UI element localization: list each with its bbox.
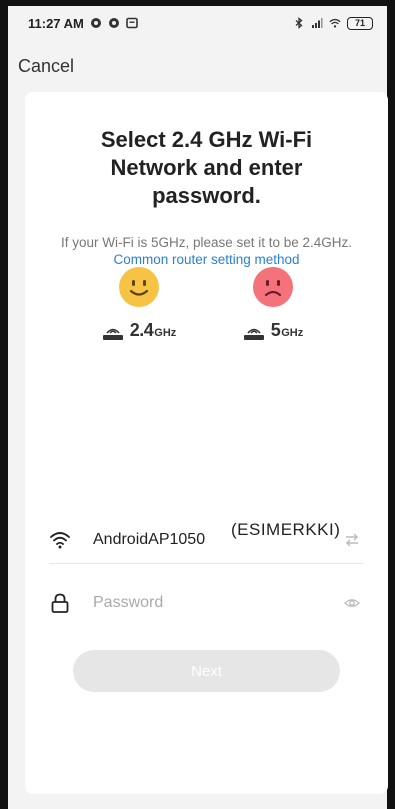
password-input[interactable] xyxy=(93,594,313,612)
lock-icon xyxy=(51,593,69,613)
band-hint: If your Wi-Fi is 5GHz, please set it to … xyxy=(45,234,368,268)
happy-face-icon xyxy=(119,267,159,307)
band-2-4ghz: 2.4 GHz xyxy=(89,266,189,341)
band-5ghz-number: 5 xyxy=(270,320,281,340)
wifi-icon xyxy=(329,18,341,28)
show-password-icon[interactable] xyxy=(344,595,360,611)
band-5ghz: 5 GHz xyxy=(223,266,323,341)
ssid-annotation: (ESIMERKKI) xyxy=(231,520,341,539)
wifi-icon xyxy=(50,531,70,548)
wifi-ssid-value: AndroidAP1050 xyxy=(93,530,206,548)
status-bar: 11:27 AM 71 xyxy=(8,0,387,40)
switch-network-icon[interactable] xyxy=(344,532,360,548)
band-2-4ghz-label: 2.4 GHz xyxy=(89,320,189,341)
wifi-ssid-field[interactable]: AndroidAP1050 (ESIMERKKI) xyxy=(49,516,364,564)
band-5ghz-unit: GHz xyxy=(281,327,304,339)
band-2-4ghz-number: 2.4 xyxy=(129,320,154,340)
signal-icon xyxy=(312,18,323,28)
message-icon xyxy=(126,17,138,29)
page-title: Select 2.4 GHz Wi-Fi Network and enter p… xyxy=(100,127,313,208)
battery-icon: 71 xyxy=(347,16,373,30)
band-5ghz-label: 5 GHz xyxy=(223,320,323,341)
sad-face-icon xyxy=(253,267,293,307)
status-right: 71 xyxy=(293,16,373,30)
next-button[interactable]: Next xyxy=(73,650,340,692)
router-icon xyxy=(243,328,264,340)
cancel-button[interactable]: Cancel xyxy=(18,56,74,77)
status-time: 11:27 AM xyxy=(28,15,84,31)
bluetooth-icon xyxy=(295,17,303,29)
hint-text: If your Wi-Fi is 5GHz, please set it to … xyxy=(60,235,353,250)
band-2-4ghz-unit: GHz xyxy=(154,327,177,339)
password-field[interactable] xyxy=(49,579,364,627)
wifi-setup-card: Select 2.4 GHz Wi-Fi Network and enter p… xyxy=(25,92,388,794)
status-left: 11:27 AM xyxy=(28,16,138,31)
router-setting-link[interactable]: Common router setting method xyxy=(113,252,299,267)
router-icon xyxy=(102,328,123,340)
chrome-icon xyxy=(90,18,101,28)
chrome-icon xyxy=(108,18,119,28)
